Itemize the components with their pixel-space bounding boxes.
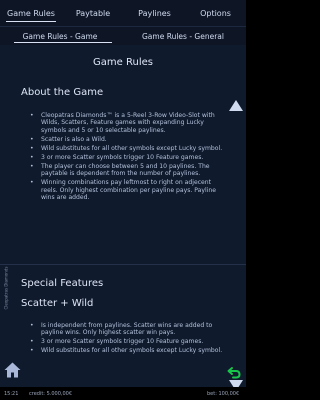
top-tab-bar: Game Rules Paytable Paylines Options [0,0,246,27]
about-bullet-list: Cleopatras Diamonds™ is a 5-Reel 3-Row V… [30,112,224,203]
game-name-vertical-label: Cleopatras Diamonds [1,266,10,310]
scatter-bullet-list: Is independent from paylines. Scatter wi… [30,322,224,357]
list-item: 3 or more Scatter symbols trigger 10 Fea… [30,154,224,162]
rules-content-panel[interactable]: Cleopatras Diamonds Game Rules About the… [0,45,246,387]
status-credit: credit: 5.000,00€ [29,391,73,397]
subtab-game-rules-game[interactable]: Game Rules - Game [0,27,120,45]
tab-paytable[interactable]: Paytable [62,0,124,27]
special-features-heading: Special Features [21,278,104,289]
list-item: Scatter is also a Wild. [30,136,224,144]
page-title: Game Rules [93,57,153,68]
back-arrow-icon[interactable] [227,364,241,379]
subtab-game-rules-general[interactable]: Game Rules - General [120,27,246,45]
status-time: 15:21 [4,391,19,397]
status-bar: 15:21 credit: 5.000,00€ bet: 100,00€ [0,387,246,400]
tab-options[interactable]: Options [185,0,246,27]
list-item: 3 or more Scatter symbols trigger 10 Fea… [30,338,224,346]
list-item: Winning combinations pay leftmost to rig… [30,179,224,201]
scatter-wild-heading: Scatter + Wild [21,298,94,309]
scroll-down-icon[interactable] [229,380,243,387]
about-the-game-heading: About the Game [21,87,104,98]
tab-game-rules[interactable]: Game Rules [0,0,62,27]
list-item: The player can choose between 5 and 10 p… [30,163,224,178]
section-divider [0,264,246,265]
sub-tab-bar: Game Rules - Game Game Rules - General [0,27,246,45]
scroll-up-icon[interactable] [229,100,243,111]
list-item: Wild substitutes for all other symbols e… [30,347,224,355]
tab-paylines[interactable]: Paylines [124,0,185,27]
list-item: Cleopatras Diamonds™ is a 5-Reel 3-Row V… [30,112,224,134]
list-item: Wild substitutes for all other symbols e… [30,145,224,153]
list-item: Is independent from paylines. Scatter wi… [30,322,224,337]
status-bet: bet: 100,00€ [207,391,240,397]
game-name-text: Cleopatras Diamonds [3,266,9,310]
home-icon[interactable] [4,362,21,378]
